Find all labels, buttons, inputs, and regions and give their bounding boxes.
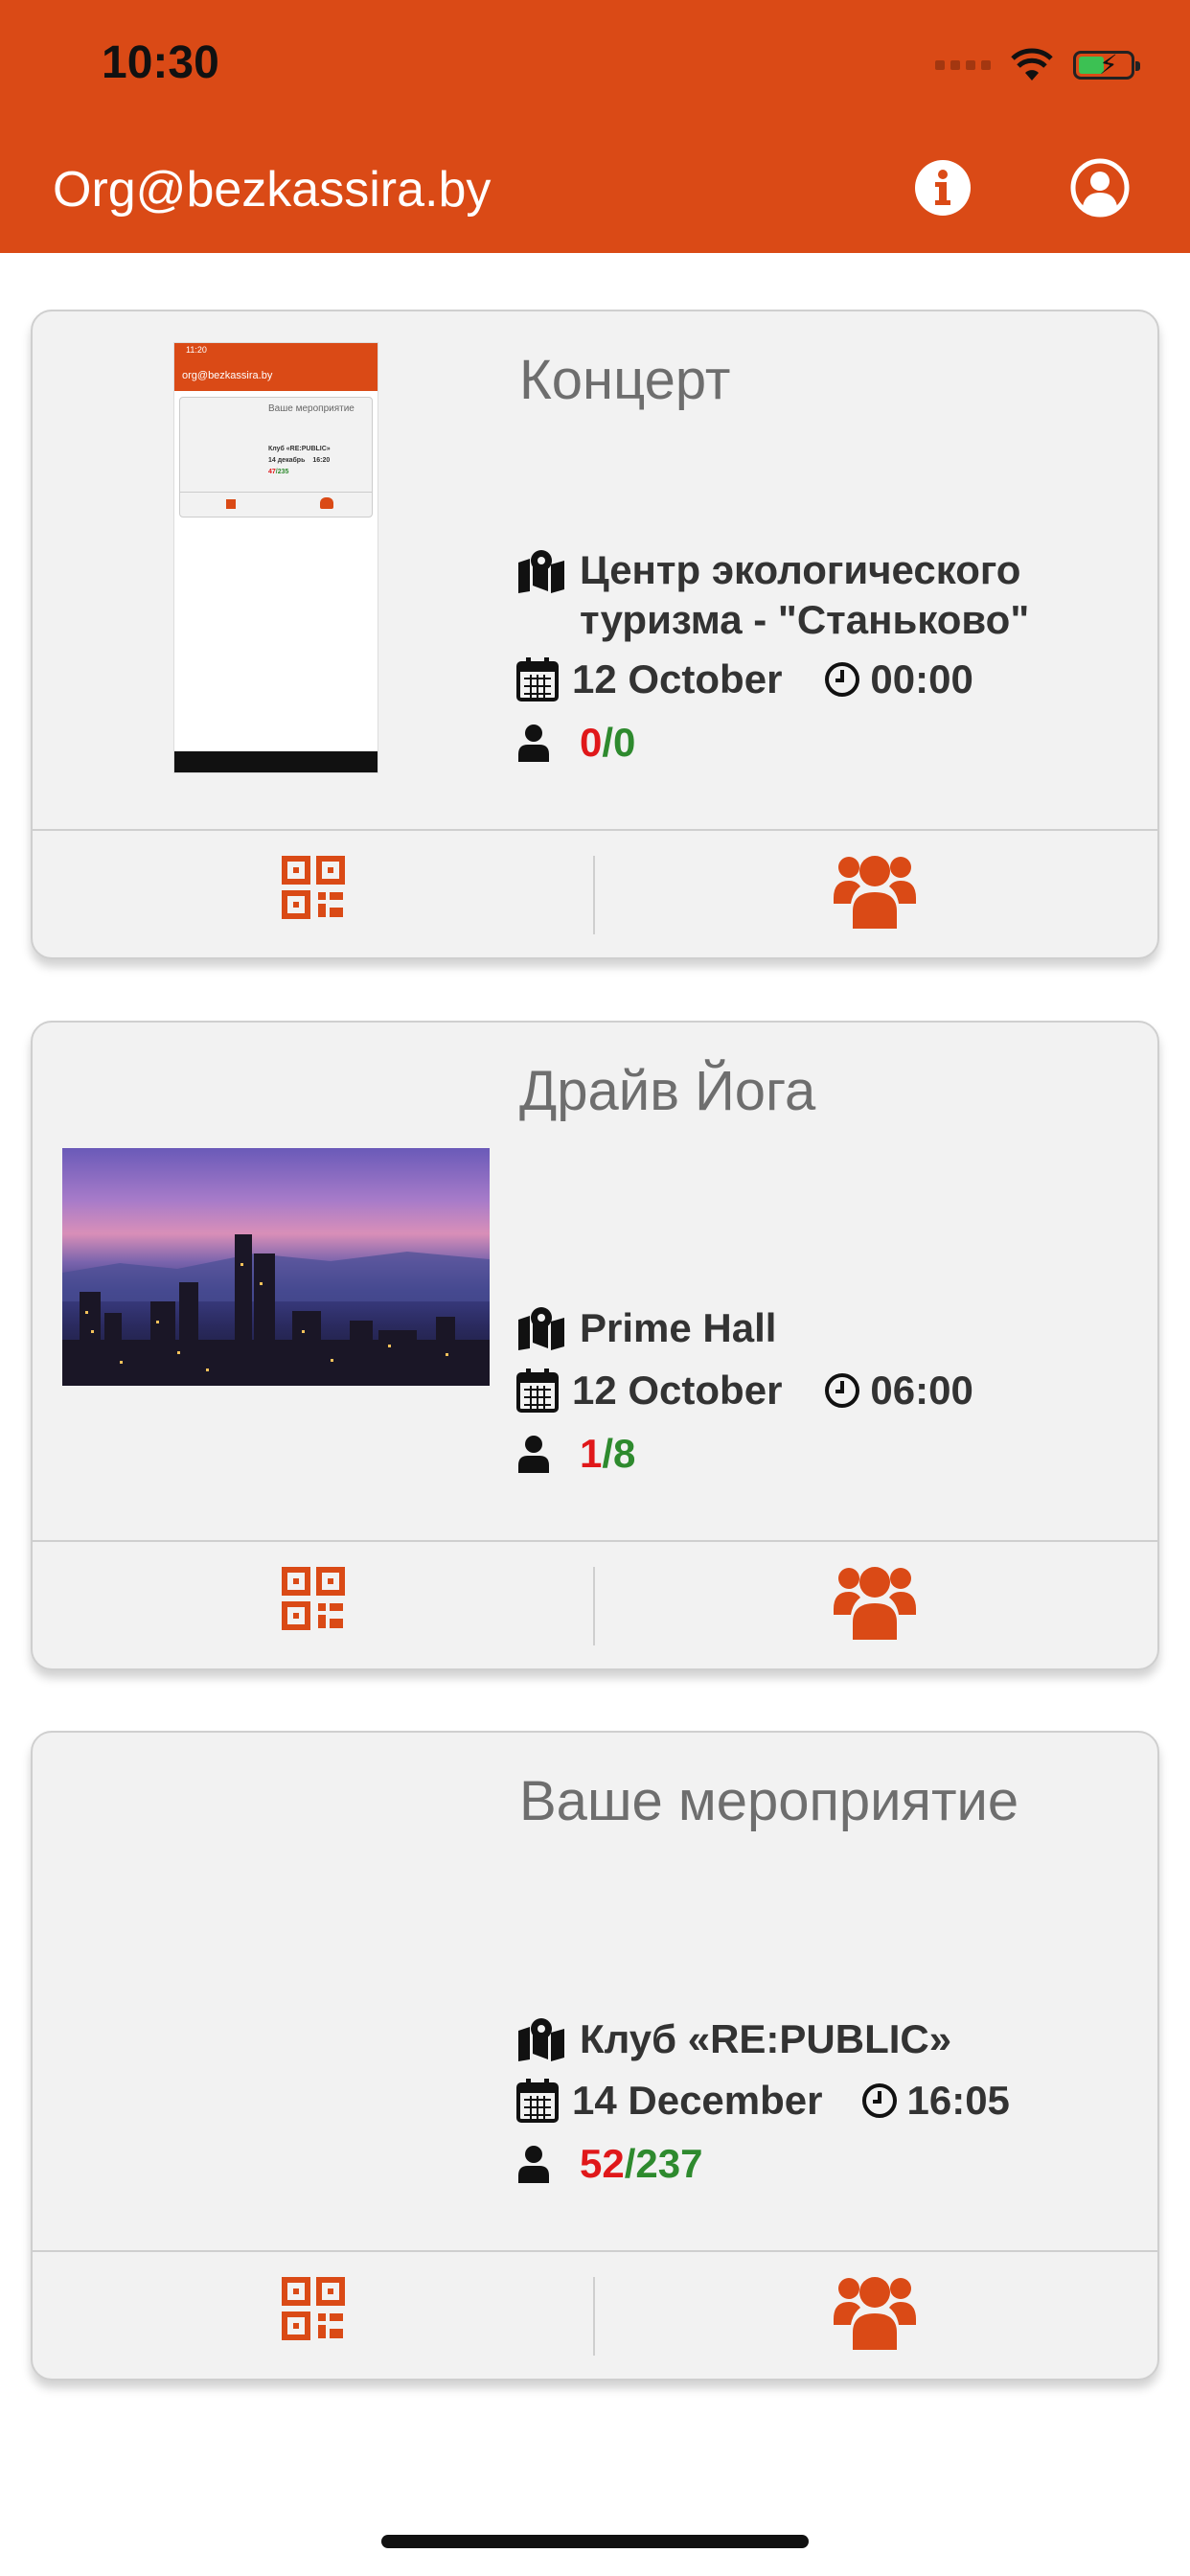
thumb-sold: 47 [268,469,276,475]
thumb-app-title: org@bezkassira.by [182,370,273,381]
info-icon[interactable] [913,158,973,218]
venue-line: Центр экологического [580,547,1021,592]
thumb-time: 16:20 [312,457,331,464]
tickets-total: 8 [613,1431,636,1476]
thumb-status-time: 11:20 [186,345,207,355]
thumb-total: 235 [277,469,289,475]
calendar-icon [516,1368,559,1413]
event-card[interactable]: Ваше мероприятие Клуб «RE:PUBLIC» 14 Dec… [31,1731,1159,2380]
event-datetime-row: 14 December 16:05 [516,2078,1010,2124]
event-tickets-row: 1/8 [516,1431,635,1477]
card-divider [33,1540,1157,1542]
status-time: 10:30 [102,37,219,88]
card-divider [33,829,1157,831]
thumb-date: 14 декабрь [268,457,306,464]
venue-line: туризма - "Станьково" [580,597,1030,642]
event-tickets-row: 52/237 [516,2141,702,2187]
event-date: 14 December [572,2078,823,2123]
home-indicator[interactable] [381,2535,809,2548]
event-title: Концерт [519,349,731,411]
clock-icon [825,662,860,697]
map-marker-icon [518,550,564,593]
event-time: 16:05 [906,2078,1010,2123]
event-venue-row: Prime Hall [516,1305,776,1351]
cellular-signal-icon [935,60,991,70]
event-card[interactable]: Драйв Йога Prime Hall 12 October 06:00 1… [31,1021,1159,1670]
event-datetime-row: 12 October 00:00 [516,656,973,702]
wifi-icon [1011,48,1053,80]
attendees-button[interactable] [834,2269,916,2350]
event-time: 00:00 [870,656,973,702]
qr-scan-button[interactable] [282,2277,345,2340]
person-icon [518,724,549,762]
city-skyline-icon [62,1234,490,1386]
map-marker-icon [518,2018,564,2061]
event-thumbnail [62,1148,490,1386]
venue-line: Клуб «RE:PUBLIC» [580,2016,952,2061]
user-profile-icon[interactable] [1070,158,1130,218]
event-time: 06:00 [870,1368,973,1413]
event-thumbnail: 11:20 org@bezkassira.by Ваше мероприятие… [173,342,378,773]
event-card[interactable]: 11:20 org@bezkassira.by Ваше мероприятие… [31,310,1159,959]
thumb-people-icon [320,497,333,509]
person-icon [518,1436,549,1473]
attendees-button[interactable] [834,1559,916,1640]
person-icon [518,2146,549,2183]
event-date: 12 October [572,1368,783,1413]
status-indicators: ⚡ [935,46,1140,84]
event-title: Драйв Йога [519,1060,816,1122]
card-divider [33,2250,1157,2252]
calendar-icon [516,657,559,702]
event-title: Ваше мероприятие [519,1770,1019,1832]
tickets-sold: 1 [580,1431,603,1476]
event-venue-row: Клуб «RE:PUBLIC» [516,2016,951,2062]
attendees-button[interactable] [834,848,916,929]
action-separator [593,1567,595,1645]
app-title: Org@bezkassira.by [53,162,492,218]
battery-icon: ⚡ [1073,51,1140,80]
event-date: 12 October [572,656,783,702]
tickets-total: 0 [613,720,636,765]
action-separator [593,856,595,934]
thumb-venue: Клуб «RE:PUBLIC» [268,446,331,452]
venue-line: Prime Hall [580,1305,777,1350]
calendar-icon [516,2079,559,2123]
thumb-qr-icon [226,499,236,509]
event-venue-row: Центр экологического туризма - "Станьков… [516,545,1029,645]
app-header: 10:30 ⚡ Org@bezkassira.by [0,0,1190,253]
qr-scan-button[interactable] [282,1567,345,1630]
clock-icon [861,2083,897,2118]
action-separator [593,2277,595,2356]
qr-scan-button[interactable] [282,856,345,919]
event-tickets-row: 0/0 [516,720,635,766]
tickets-sold: 0 [580,720,603,765]
tickets-sold: 52 [580,2141,625,2186]
thumb-event-title: Ваше мероприятие [268,403,355,414]
event-datetime-row: 12 October 06:00 [516,1368,973,1414]
map-marker-icon [518,1307,564,1350]
tickets-total: 237 [635,2141,703,2186]
clock-icon [825,1373,860,1408]
